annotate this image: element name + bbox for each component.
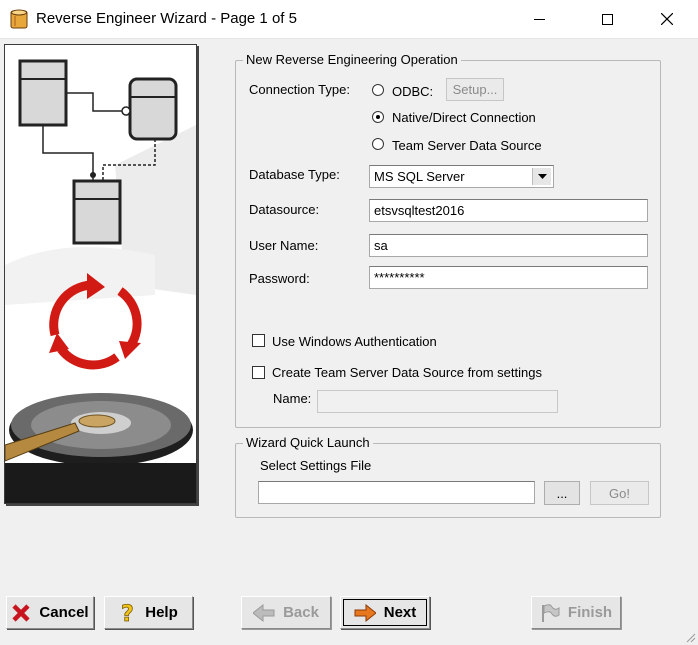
- odbc-radio[interactable]: [372, 84, 384, 96]
- native-direct-radio[interactable]: [372, 111, 384, 123]
- quick-launch-legend: Wizard Quick Launch: [243, 435, 373, 450]
- wizard-illustration: [4, 44, 197, 504]
- minimize-icon: [533, 18, 545, 20]
- create-ts-checkbox[interactable]: [252, 366, 265, 379]
- datasource-input[interactable]: etsvsqltest2016: [369, 199, 648, 222]
- team-server-radio[interactable]: [372, 138, 384, 150]
- password-label: Password:: [249, 271, 310, 286]
- database-type-select[interactable]: MS SQL Server: [369, 165, 554, 188]
- finish-flag-icon: [541, 603, 560, 622]
- create-ts-label[interactable]: Create Team Server Data Source from sett…: [272, 365, 542, 380]
- name-input[interactable]: [317, 390, 558, 413]
- reverse-engineer-illustration: [4, 59, 196, 503]
- password-input[interactable]: **********: [369, 266, 648, 289]
- next-arrow-icon: [354, 603, 376, 622]
- resize-grip-icon[interactable]: [684, 631, 696, 643]
- browse-button[interactable]: ...: [544, 481, 580, 505]
- finish-label: Finish: [567, 604, 613, 621]
- help-label: Help: [145, 604, 178, 621]
- windows-auth-label[interactable]: Use Windows Authentication: [272, 334, 437, 349]
- datasource-label: Datasource:: [249, 202, 320, 217]
- new-operation-legend: New Reverse Engineering Operation: [243, 52, 461, 67]
- odbc-label[interactable]: ODBC:: [392, 84, 433, 99]
- cancel-x-icon: [12, 603, 30, 622]
- close-button[interactable]: [644, 0, 690, 38]
- next-label: Next: [383, 604, 417, 621]
- settings-file-input[interactable]: [258, 481, 535, 504]
- back-label: Back: [283, 604, 319, 621]
- title-bar: Reverse Engineer Wizard - Page 1 of 5: [0, 0, 698, 39]
- windows-auth-checkbox[interactable]: [252, 334, 265, 347]
- window-title: Reverse Engineer Wizard - Page 1 of 5: [36, 10, 297, 27]
- svg-text:?: ?: [121, 602, 134, 624]
- help-button[interactable]: ? Help: [104, 596, 193, 629]
- chevron-down-icon[interactable]: [532, 168, 551, 185]
- finish-button[interactable]: Finish: [531, 596, 621, 629]
- go-button[interactable]: Go!: [590, 481, 649, 505]
- username-input[interactable]: sa: [369, 234, 648, 257]
- close-icon: [661, 13, 673, 25]
- connection-type-label: Connection Type:: [249, 82, 350, 97]
- app-database-icon: [10, 9, 28, 29]
- cancel-label: Cancel: [39, 604, 89, 621]
- native-direct-label[interactable]: Native/Direct Connection: [392, 110, 536, 125]
- name-label: Name:: [273, 391, 312, 406]
- next-button[interactable]: Next: [340, 596, 430, 629]
- setup-button[interactable]: Setup...: [446, 78, 504, 101]
- help-question-icon: ?: [121, 602, 135, 624]
- select-settings-label: Select Settings File: [260, 458, 372, 473]
- minimize-button[interactable]: [516, 0, 562, 38]
- maximize-icon: [601, 13, 613, 25]
- back-button[interactable]: Back: [241, 596, 331, 629]
- database-type-label: Database Type:: [249, 167, 340, 182]
- username-label: User Name:: [249, 238, 319, 253]
- database-type-value: MS SQL Server: [374, 169, 465, 184]
- cancel-button[interactable]: Cancel: [6, 596, 94, 629]
- maximize-button[interactable]: [584, 0, 630, 38]
- team-server-label[interactable]: Team Server Data Source: [392, 138, 542, 153]
- back-arrow-icon: [253, 603, 275, 622]
